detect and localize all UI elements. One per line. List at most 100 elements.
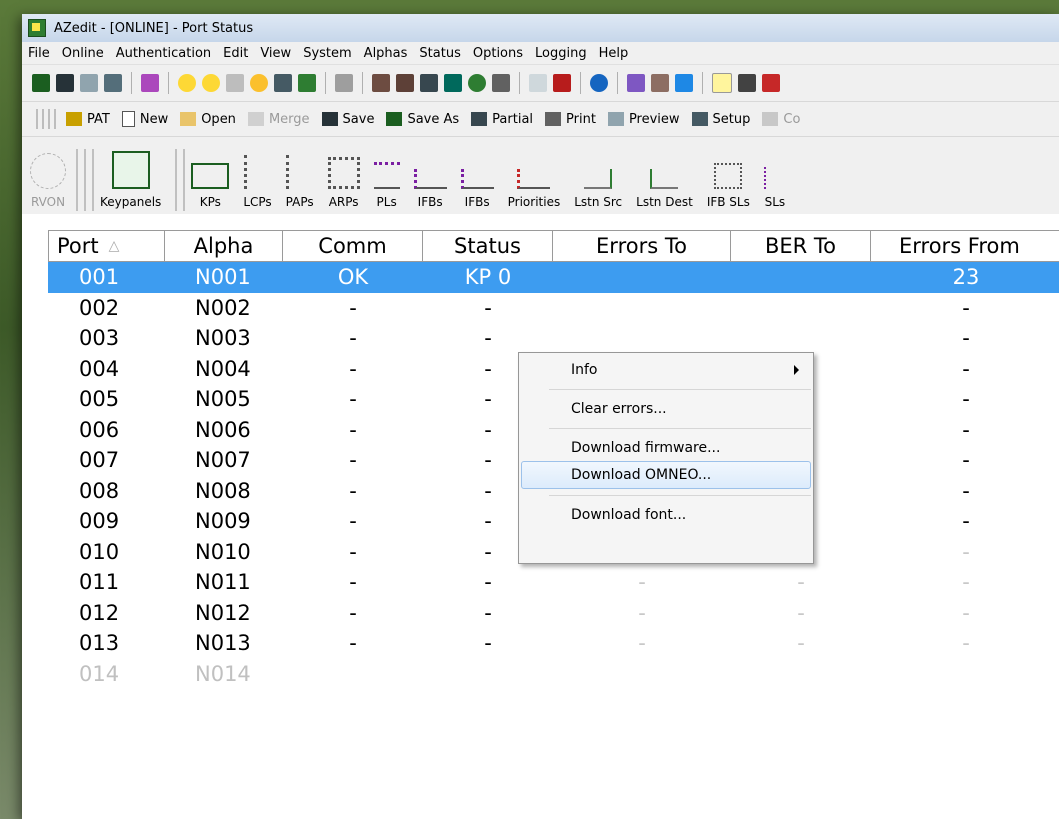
menu-online[interactable]: Online <box>56 46 110 61</box>
setup-button[interactable]: Setup <box>691 112 750 127</box>
rvon-button[interactable]: RVON <box>30 153 66 217</box>
save-all-icon[interactable] <box>32 74 50 92</box>
save-as-button[interactable]: Save As <box>386 112 459 127</box>
tools-alt-icon[interactable] <box>396 74 414 92</box>
menu-edit[interactable]: Edit <box>217 46 254 61</box>
keypanels-button[interactable]: Keypanels <box>100 151 161 217</box>
lcps-button[interactable]: LCPs <box>243 155 272 217</box>
ctx-download-firmware[interactable]: Download firmware... <box>519 435 813 461</box>
translate-icon[interactable] <box>651 74 669 92</box>
app-icon <box>28 19 46 37</box>
menu-view[interactable]: View <box>254 46 297 61</box>
col-ber-to-header[interactable]: BER To <box>731 230 871 262</box>
smiley-icon[interactable] <box>202 74 220 92</box>
col-comm-header[interactable]: Comm <box>283 230 423 262</box>
table-row[interactable]: 013 N013 - - - - - <box>48 628 1059 659</box>
table-row[interactable]: 011 N011 - - - - - <box>48 567 1059 598</box>
col-status-header[interactable]: Status <box>423 230 553 262</box>
green-dot-icon[interactable] <box>468 74 486 92</box>
menu-authentication[interactable]: Authentication <box>110 46 217 61</box>
pat-button[interactable]: PAT <box>66 112 110 127</box>
preview-icon <box>607 112 624 126</box>
gear-icon[interactable] <box>178 74 196 92</box>
cell-alpha: N007 <box>195 448 251 473</box>
open-button[interactable]: Open <box>180 112 236 127</box>
save-button[interactable]: Save <box>321 112 374 127</box>
cell-status: - <box>484 295 492 320</box>
sls-button[interactable]: SLs <box>763 159 786 217</box>
merge-button[interactable]: Merge <box>247 112 310 127</box>
cell-status <box>423 659 553 690</box>
cell-ber-to <box>731 659 871 690</box>
panel-icon[interactable] <box>274 74 292 92</box>
preview-icon[interactable] <box>80 74 98 92</box>
menu-alphas[interactable]: Alphas <box>358 46 414 61</box>
menu-help[interactable]: Help <box>593 46 635 61</box>
preview-button[interactable]: Preview <box>607 112 680 127</box>
priorities-button[interactable]: Priorities <box>508 157 560 217</box>
table-row[interactable]: 002 N002 - - - <box>48 293 1059 324</box>
col-alpha-header[interactable]: Alpha <box>165 230 283 262</box>
listen-dest-button[interactable]: Lstn Dest <box>636 157 693 217</box>
kps-button[interactable]: KPs <box>191 151 230 217</box>
col-errors-from-header[interactable]: Errors From <box>871 230 1059 262</box>
cell-alpha: N014 <box>195 661 251 686</box>
paps-button[interactable]: PAPs <box>286 155 314 217</box>
listen-source-button[interactable]: Lstn Src <box>574 157 622 217</box>
copy-icon[interactable] <box>335 74 353 92</box>
table-row[interactable]: 001 N001 OK KP 0 23 <box>48 262 1059 293</box>
cell-errors-from: - <box>962 417 970 442</box>
bug-icon[interactable] <box>762 74 780 92</box>
ctx-download-font[interactable]: Download font... <box>519 502 813 528</box>
font-minus-icon[interactable] <box>553 74 571 92</box>
ctx-info[interactable]: Info <box>519 357 813 383</box>
party-line-icon <box>373 162 400 189</box>
tools-icon[interactable] <box>372 74 390 92</box>
table-row[interactable]: 014 N014 <box>48 659 1059 690</box>
col-port-header[interactable]: Port △ <box>48 230 165 262</box>
floppy-icon[interactable] <box>56 74 74 92</box>
listen-source-icon <box>584 169 613 189</box>
checkbox-icon[interactable] <box>712 73 732 93</box>
cell-port: 010 <box>79 539 120 564</box>
wave-icon[interactable] <box>141 74 159 92</box>
menu-logging[interactable]: Logging <box>529 46 593 61</box>
lock-icon[interactable] <box>226 74 244 92</box>
col-errors-to-header[interactable]: Errors To <box>553 230 731 262</box>
ifbs-alt-button[interactable]: IFBs <box>460 157 494 217</box>
network-icon[interactable] <box>675 74 693 92</box>
ifbs-button[interactable]: IFBs <box>413 157 447 217</box>
spellcheck-icon[interactable] <box>627 74 645 92</box>
table-row[interactable]: 012 N012 - - - - - <box>48 598 1059 629</box>
sls-icon <box>763 167 786 189</box>
table-row[interactable]: 003 N003 - - - <box>48 323 1059 354</box>
table-icon[interactable] <box>492 74 510 92</box>
menu-options[interactable]: Options <box>467 46 529 61</box>
partial-button[interactable]: Partial <box>471 112 533 127</box>
arps-button[interactable]: ARPs <box>327 153 360 217</box>
connect-button[interactable]: Co <box>762 112 800 127</box>
menu-status[interactable]: Status <box>413 46 466 61</box>
print-icon[interactable] <box>104 74 122 92</box>
ctx-download-omneo[interactable]: Download OMNEO... <box>521 461 811 489</box>
refresh-icon[interactable] <box>590 74 608 92</box>
font-plus-icon[interactable] <box>529 74 547 92</box>
cell-port: 003 <box>79 326 120 351</box>
cell-errors-from: - <box>962 600 970 625</box>
cell-status: KP 0 <box>464 265 512 290</box>
ctx-separator <box>549 428 811 429</box>
print-button[interactable]: Print <box>545 112 596 127</box>
ifb-sls-button[interactable]: IFB SLs <box>707 155 750 217</box>
new-button[interactable]: New <box>121 111 168 127</box>
chart-icon[interactable] <box>298 74 316 92</box>
user-icon[interactable] <box>250 74 268 92</box>
menu-system[interactable]: System <box>297 46 357 61</box>
usb-icon[interactable] <box>738 74 756 92</box>
route-alt-icon[interactable] <box>444 74 462 92</box>
ctx-clear-errors[interactable]: Clear errors... <box>519 396 813 422</box>
route-icon[interactable] <box>420 74 438 92</box>
cell-comm: - <box>349 570 357 595</box>
cell-errors-from: - <box>962 356 970 381</box>
menu-file[interactable]: File <box>22 46 56 61</box>
pls-button[interactable]: PLs <box>373 154 400 217</box>
